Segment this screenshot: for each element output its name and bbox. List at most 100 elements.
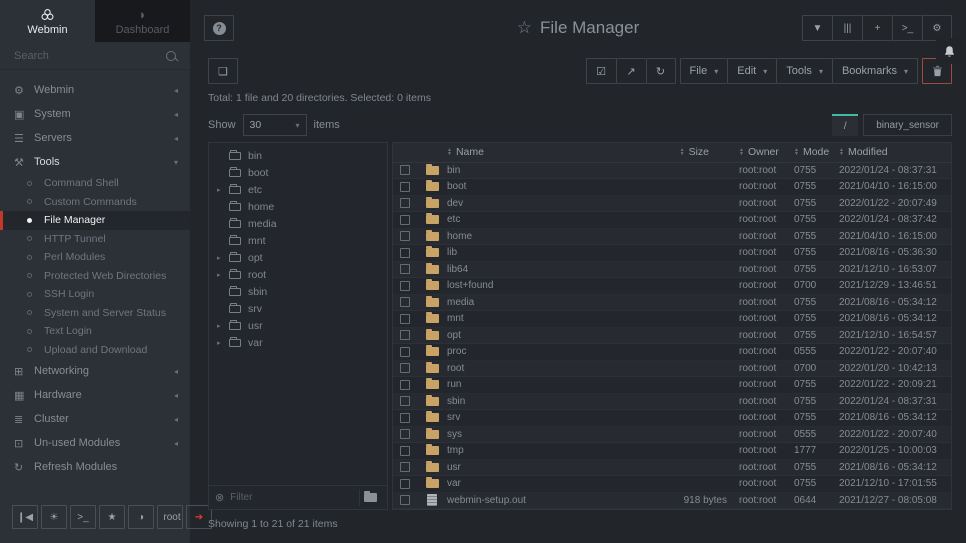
theme-toggle-button[interactable]: ☀ xyxy=(41,505,67,529)
row-checkbox[interactable] xyxy=(400,165,410,175)
header-action-button[interactable]: ▼ xyxy=(802,15,832,41)
sidebar-submenu-item[interactable]: SSH Login xyxy=(0,285,190,304)
table-row[interactable]: sys root:root 0555 2022/01/22 - 20:07:40 xyxy=(393,427,951,444)
sidebar-menu-item[interactable]: ⚒ Tools ▾ xyxy=(0,150,190,174)
sidebar-submenu-item[interactable]: Upload and Download xyxy=(0,341,190,360)
row-name[interactable]: opt xyxy=(447,330,639,341)
sidebar-submenu-item[interactable]: Perl Modules xyxy=(0,248,190,267)
row-name[interactable]: dev xyxy=(447,198,639,209)
row-name[interactable]: webmin-setup.out xyxy=(447,495,639,506)
row-checkbox[interactable] xyxy=(400,363,410,373)
table-row[interactable]: srv root:root 0755 2021/08/16 - 05:34:12 xyxy=(393,410,951,427)
tree-item[interactable]: ▸ root xyxy=(209,266,387,283)
sidebar-menu-item[interactable]: ⊞ Networking ◂ xyxy=(0,359,190,383)
toolbar-menu-button[interactable]: Edit ▾ xyxy=(727,58,776,84)
row-name[interactable]: media xyxy=(447,297,639,308)
tree-item[interactable]: ▸ bin xyxy=(209,147,387,164)
row-checkbox[interactable] xyxy=(400,264,410,274)
column-modified[interactable]: ▲▼Modified xyxy=(839,146,951,158)
sidebar-menu-item[interactable]: ≣ Cluster ◂ xyxy=(0,407,190,431)
sidebar-menu-item[interactable]: ↻ Refresh Modules xyxy=(0,455,190,479)
row-checkbox[interactable] xyxy=(400,462,410,472)
row-checkbox[interactable] xyxy=(400,479,410,489)
table-row[interactable]: dev root:root 0755 2022/01/22 - 20:07:49 xyxy=(393,196,951,213)
breadcrumb-path[interactable]: binary_sensor xyxy=(863,114,952,136)
toolbar-menu-button[interactable]: Tools ▾ xyxy=(776,58,832,84)
column-name[interactable]: ▲▼Name xyxy=(447,146,639,158)
row-name[interactable]: var xyxy=(447,478,639,489)
tree-item[interactable]: ▸ srv xyxy=(209,300,387,317)
toolbar-action-button[interactable]: ↻ xyxy=(646,58,676,84)
row-name[interactable]: usr xyxy=(447,462,639,473)
row-checkbox[interactable] xyxy=(400,495,410,505)
favorites-button[interactable]: ★ xyxy=(99,505,125,529)
tree-item[interactable]: ▸ home xyxy=(209,198,387,215)
tree-expand-icon[interactable]: ▸ xyxy=(217,254,227,262)
table-row[interactable]: webmin-setup.out 918 bytes root:root 064… xyxy=(393,493,951,510)
row-name[interactable]: lib64 xyxy=(447,264,639,275)
row-checkbox[interactable] xyxy=(400,396,410,406)
sidebar-submenu-item[interactable]: System and Server Status xyxy=(0,304,190,323)
search-icon[interactable] xyxy=(166,51,176,61)
row-checkbox[interactable] xyxy=(400,330,410,340)
row-name[interactable]: home xyxy=(447,231,639,242)
toolbar-menu-button[interactable]: File ▾ xyxy=(680,58,728,84)
row-checkbox[interactable] xyxy=(400,347,410,357)
row-checkbox[interactable] xyxy=(400,231,410,241)
sidebar-submenu-item[interactable]: Command Shell xyxy=(0,174,190,193)
sort-icon[interactable]: ▲▼ xyxy=(739,148,744,156)
row-name[interactable]: boot xyxy=(447,181,639,192)
header-action-button[interactable]: ||| xyxy=(832,15,862,41)
row-name[interactable]: lost+found xyxy=(447,280,639,291)
table-row[interactable]: media root:root 0755 2021/08/16 - 05:34:… xyxy=(393,295,951,312)
sidebar-submenu-item[interactable]: File Manager xyxy=(0,211,190,230)
row-checkbox[interactable] xyxy=(400,380,410,390)
row-name[interactable]: root xyxy=(447,363,639,374)
toolbar-action-button[interactable]: ☑ xyxy=(586,58,616,84)
row-checkbox[interactable] xyxy=(400,446,410,456)
table-row[interactable]: sbin root:root 0755 2022/01/24 - 08:37:3… xyxy=(393,394,951,411)
table-row[interactable]: boot root:root 0755 2021/04/10 - 16:15:0… xyxy=(393,179,951,196)
tree-item[interactable]: ▸ media xyxy=(209,215,387,232)
sort-icon[interactable]: ▲▼ xyxy=(794,148,799,156)
table-row[interactable]: root root:root 0700 2022/01/20 - 10:42:1… xyxy=(393,361,951,378)
tree-expand-icon[interactable]: ▸ xyxy=(217,322,227,330)
row-name[interactable]: mnt xyxy=(447,313,639,324)
row-checkbox[interactable] xyxy=(400,297,410,307)
tree-filter-input[interactable] xyxy=(230,492,359,503)
sidebar-menu-item[interactable]: ⊡ Un-used Modules ◂ xyxy=(0,431,190,455)
row-name[interactable]: run xyxy=(447,379,639,390)
row-name[interactable]: etc xyxy=(447,214,639,225)
row-checkbox[interactable] xyxy=(400,215,410,225)
notifications-button[interactable] xyxy=(936,38,962,64)
tree-item[interactable]: ▸ mnt xyxy=(209,232,387,249)
tab-dashboard[interactable]: ◗ Dashboard xyxy=(95,0,190,42)
row-name[interactable]: bin xyxy=(447,165,639,176)
table-row[interactable]: var root:root 0755 2021/12/10 - 17:01:55 xyxy=(393,476,951,493)
sidebar-menu-item[interactable]: ☰ Servers ◂ xyxy=(0,126,190,150)
tree-item[interactable]: ▸ etc xyxy=(209,181,387,198)
tree-item[interactable]: ▸ opt xyxy=(209,249,387,266)
column-owner[interactable]: ▲▼Owner xyxy=(739,146,794,158)
table-row[interactable]: opt root:root 0755 2021/12/10 - 16:54:57 xyxy=(393,328,951,345)
tree-item[interactable]: ▸ boot xyxy=(209,164,387,181)
header-action-button[interactable]: + xyxy=(862,15,892,41)
table-row[interactable]: etc root:root 0755 2022/01/24 - 08:37:42 xyxy=(393,212,951,229)
toolbar-action-button[interactable]: ↗ xyxy=(616,58,646,84)
table-row[interactable]: lib root:root 0755 2021/08/16 - 05:36:30 xyxy=(393,245,951,262)
sidebar-menu-item[interactable]: ▣ System ◂ xyxy=(0,102,190,126)
tab-webmin[interactable]: Webmin xyxy=(0,0,95,42)
sidebar-menu-item[interactable]: ⚙ Webmin ◂ xyxy=(0,78,190,102)
language-button[interactable]: ◑ xyxy=(128,505,154,529)
row-checkbox[interactable] xyxy=(400,182,410,192)
terminal-button[interactable]: >_ xyxy=(70,505,96,529)
table-row[interactable]: lost+found root:root 0700 2021/12/29 - 1… xyxy=(393,278,951,295)
table-row[interactable]: home root:root 0755 2021/04/10 - 16:15:0… xyxy=(393,229,951,246)
row-name[interactable]: proc xyxy=(447,346,639,357)
table-row[interactable]: tmp root:root 1777 2022/01/25 - 10:00:03 xyxy=(393,443,951,460)
breadcrumb-root[interactable]: / xyxy=(832,114,858,136)
row-checkbox[interactable] xyxy=(400,429,410,439)
sidebar-submenu-item[interactable]: Custom Commands xyxy=(0,193,190,212)
tree-expand-icon[interactable]: ▸ xyxy=(217,339,227,347)
row-name[interactable]: tmp xyxy=(447,445,639,456)
